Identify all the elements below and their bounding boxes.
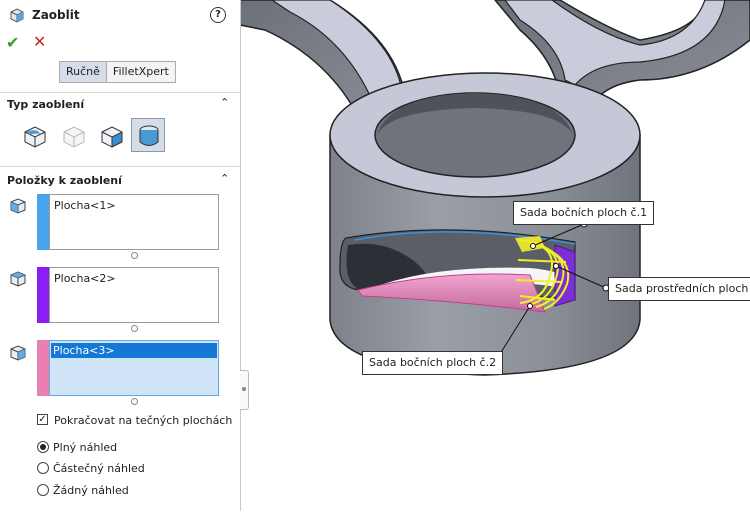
section-divider <box>0 166 240 167</box>
no-preview-radio[interactable] <box>37 484 49 496</box>
side-face-set-1-list[interactable]: Plocha<1> <box>49 194 219 250</box>
items-to-fillet-title: Položky k zaoblení <box>7 174 122 187</box>
face-fillet-icon <box>101 126 123 148</box>
collapse-fillet-type-icon[interactable]: ⌃ <box>220 96 229 109</box>
full-preview-label: Plný náhled <box>53 441 118 454</box>
fillet-type-title: Typ zaoblení <box>7 98 85 111</box>
panel-title: Zaoblit <box>32 8 80 22</box>
tangent-propagation-checkbox[interactable]: ✓ <box>37 414 48 425</box>
list-item[interactable]: Plocha<2> <box>52 271 118 286</box>
part-model[interactable] <box>239 0 750 511</box>
middle-face-set-list[interactable]: Plocha<2> <box>49 267 219 323</box>
property-manager-panel: Zaoblit ? ✔ ✕ Ručně FilletXpert Typ zaob… <box>0 0 241 511</box>
fillet-feature-icon <box>10 8 24 23</box>
section-divider <box>0 92 240 93</box>
side-face-set-2-icon <box>10 345 26 361</box>
partial-preview-radio[interactable] <box>37 462 49 474</box>
no-preview-label: Žádný náhled <box>53 484 129 497</box>
full-round-fillet-icon <box>139 125 159 146</box>
full-round-fillet-button[interactable] <box>131 118 165 152</box>
face-fillet-button[interactable] <box>94 118 128 152</box>
middle-face-set-icon <box>10 271 26 287</box>
callout-middle-face-set: Sada prostředních ploch <box>608 277 750 301</box>
list-resize-handle[interactable] <box>131 325 138 332</box>
tangent-propagation-label: Pokračovat na tečných plochách <box>54 414 233 427</box>
list-item[interactable]: Plocha<3> <box>51 343 217 358</box>
constant-fillet-icon <box>24 126 46 148</box>
side-face-set-1-icon <box>10 198 26 214</box>
panel-header: Zaoblit ? <box>0 0 240 30</box>
constant-size-fillet-button[interactable] <box>17 118 51 152</box>
tab-manual[interactable]: Ručně <box>60 62 107 82</box>
variable-size-fillet-button[interactable] <box>56 118 90 152</box>
mode-tabs: Ručně FilletXpert <box>59 61 176 83</box>
list-resize-handle[interactable] <box>131 398 138 405</box>
ok-check-icon[interactable]: ✔ <box>6 33 19 52</box>
graphics-viewport[interactable]: Sada bočních ploch č.1 Sada prostředních… <box>239 0 750 511</box>
tab-filletxpert[interactable]: FilletXpert <box>106 62 175 82</box>
selection-color-swatch-2 <box>37 267 49 323</box>
full-preview-radio[interactable] <box>37 441 49 453</box>
variable-fillet-icon <box>63 126 85 148</box>
help-icon[interactable]: ? <box>210 7 226 23</box>
selection-color-swatch-3 <box>37 340 49 396</box>
cancel-icon[interactable]: ✕ <box>33 32 46 51</box>
list-resize-handle[interactable] <box>131 252 138 259</box>
collapse-items-icon[interactable]: ⌃ <box>220 172 229 185</box>
list-item[interactable]: Plocha<1> <box>52 198 118 213</box>
callout-side-face-set-1: Sada bočních ploch č.1 <box>513 201 655 225</box>
side-face-set-2-list[interactable]: Plocha<3> <box>49 340 219 396</box>
selection-color-swatch-1 <box>37 194 49 250</box>
callout-side-face-set-2: Sada bočních ploch č.2 <box>362 351 504 375</box>
partial-preview-label: Částečný náhled <box>53 462 145 475</box>
